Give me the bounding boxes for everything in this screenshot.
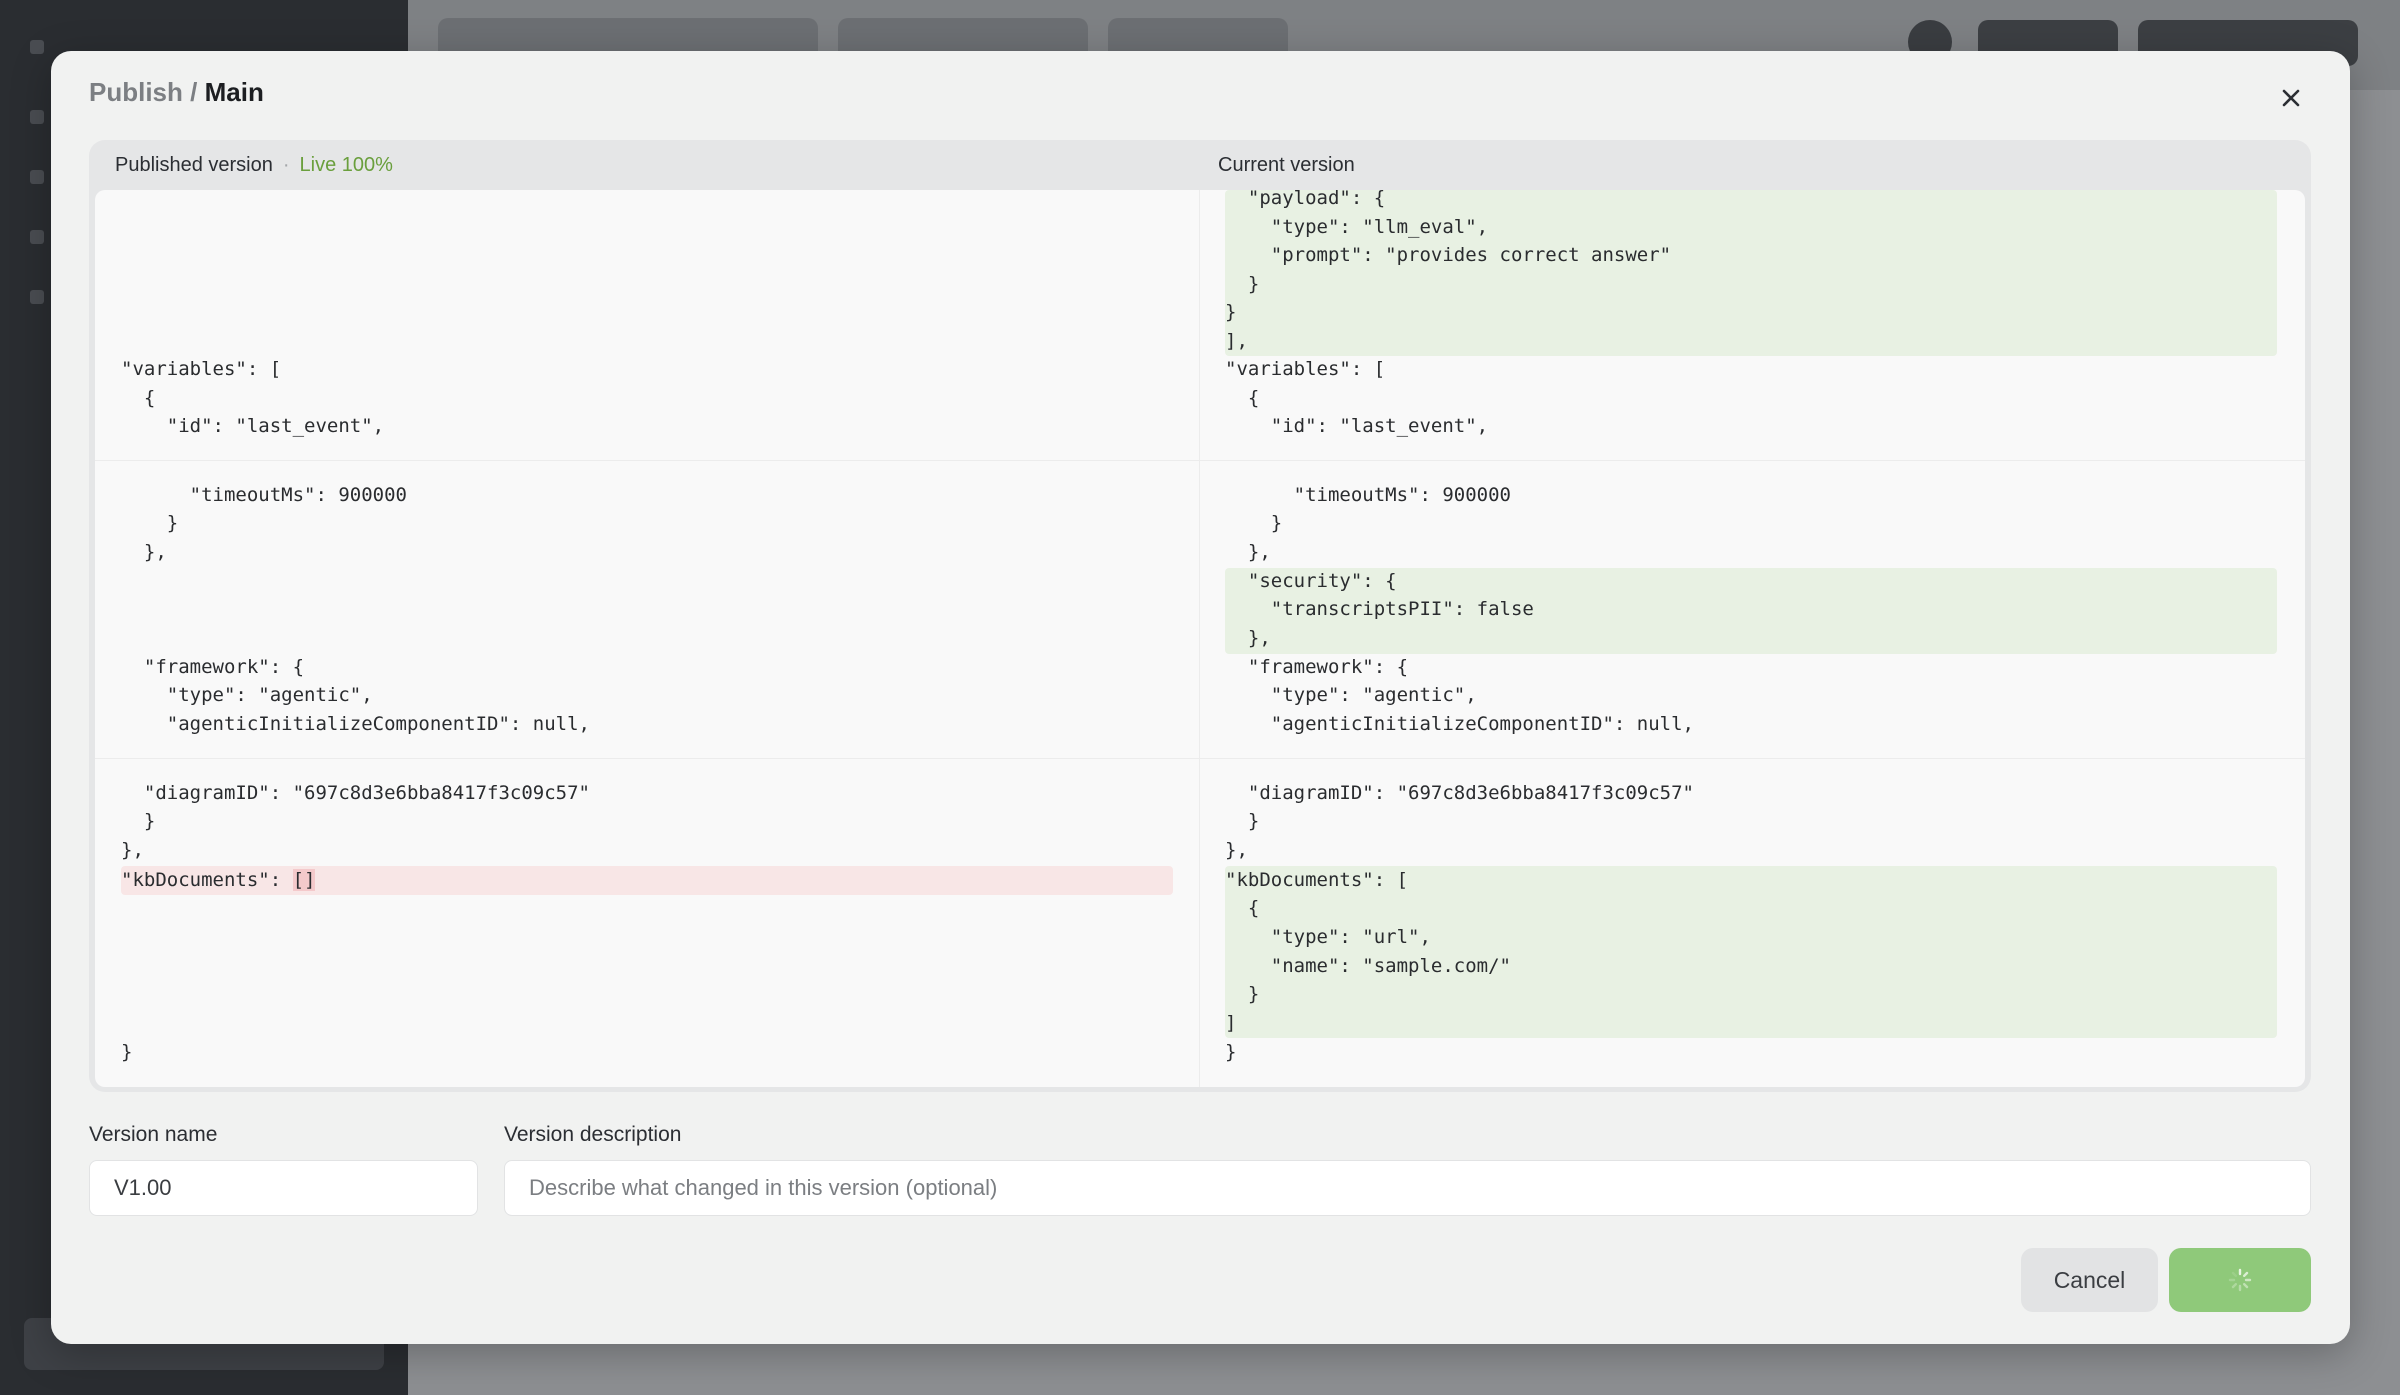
code-line: { (121, 387, 156, 409)
removed-code-line: "kbDocuments": [] (121, 866, 316, 895)
loading-spinner-icon (2228, 1268, 2252, 1292)
header-dot: · (282, 154, 290, 176)
title-current: Main (204, 77, 264, 107)
code-line: "agenticInitializeComponentID": null, (1225, 713, 1694, 735)
removed-token: [] (292, 869, 316, 891)
code-line: "transcriptsPII": false (1225, 598, 1534, 620)
code-line: } (121, 512, 179, 534)
code-line: "payload": { (1225, 190, 1386, 209)
hunk-divider (95, 758, 2305, 759)
cancel-button[interactable]: Cancel (2021, 1248, 2158, 1312)
publish-modal: Publish / Main Published version · Live 10… (51, 51, 2350, 1344)
code-line: { (1225, 897, 1260, 919)
code-line: "type": "url", (1225, 926, 1431, 948)
code-line: "variables": [ (121, 358, 282, 380)
background-nav-icon (30, 110, 44, 124)
hunk-divider (95, 460, 2305, 461)
code-line: "framework": { (121, 656, 305, 678)
code-line: "kbDocuments": [ (1225, 869, 1409, 891)
code-line: } (1225, 810, 1260, 832)
version-name-label: Version name (89, 1123, 218, 1146)
code-line: "type": "llm_eval", (1225, 216, 1489, 238)
removed-key: "kbDocuments": (121, 869, 293, 891)
code-line: "prompt": "provides correct answer" (1225, 244, 1672, 266)
code-line: "timeoutMs": 900000 (121, 484, 407, 506)
code-line: "diagramID": "697c8d3e6bba8417f3c09c57" (1225, 782, 1694, 804)
code-line: }, (1225, 627, 1271, 649)
version-description-label: Version description (504, 1123, 682, 1146)
code-line: } (121, 1041, 133, 1063)
code-line: "framework": { (1225, 656, 1409, 678)
code-line: "variables": [ (1225, 358, 1386, 380)
version-name-input[interactable] (89, 1160, 478, 1216)
code-line: { (1225, 387, 1260, 409)
diff-viewer[interactable]: "variables": [ { "id": "last_event", "ti… (95, 190, 2305, 1087)
current-version-header: Current version (1218, 154, 1355, 176)
live-status: Live 100% (299, 154, 393, 176)
background-logo (30, 40, 44, 54)
code-line: } (1225, 1041, 1237, 1063)
code-line: ], (1225, 330, 1248, 352)
published-version-header: Published version · Live 100% (115, 140, 393, 190)
code-line: ] (1225, 1012, 1237, 1034)
code-line: "id": "last_event", (121, 415, 385, 437)
code-line: "agenticInitializeComponentID": null, (121, 713, 590, 735)
code-line: "id": "last_event", (1225, 415, 1489, 437)
background-nav-icon (30, 170, 44, 184)
version-description-input[interactable] (504, 1160, 2311, 1216)
code-line: }, (1225, 839, 1248, 861)
modal-title: Publish / Main (89, 77, 264, 108)
close-button[interactable] (2274, 81, 2308, 115)
background-nav-icon (30, 230, 44, 244)
background-nav-icon (30, 290, 44, 304)
code-line: "security": { (1225, 570, 1397, 592)
code-line: "diagramID": "697c8d3e6bba8417f3c09c57" (121, 782, 590, 804)
code-line: } (1225, 273, 1260, 295)
publish-button[interactable] (2169, 1248, 2311, 1312)
code-line: } (1225, 512, 1283, 534)
close-icon (2282, 89, 2300, 107)
code-line: "name": "sample.com/" (1225, 955, 1511, 977)
code-line: "timeoutMs": 900000 (1225, 484, 1511, 506)
diff-panel: Published version · Live 100% Current vers… (89, 140, 2311, 1092)
code-line: "type": "agentic", (1225, 684, 1477, 706)
published-version-label: Published version (115, 154, 273, 176)
code-line: }, (121, 541, 167, 563)
title-section: Publish (89, 77, 183, 107)
column-divider (1199, 190, 1200, 1087)
code-line: }, (1225, 541, 1271, 563)
code-line: } (1225, 983, 1260, 1005)
code-line: } (1225, 301, 1237, 323)
code-line: "type": "agentic", (121, 684, 373, 706)
code-line: }, (121, 839, 144, 861)
code-line: } (121, 810, 156, 832)
title-separator: / (190, 77, 198, 107)
